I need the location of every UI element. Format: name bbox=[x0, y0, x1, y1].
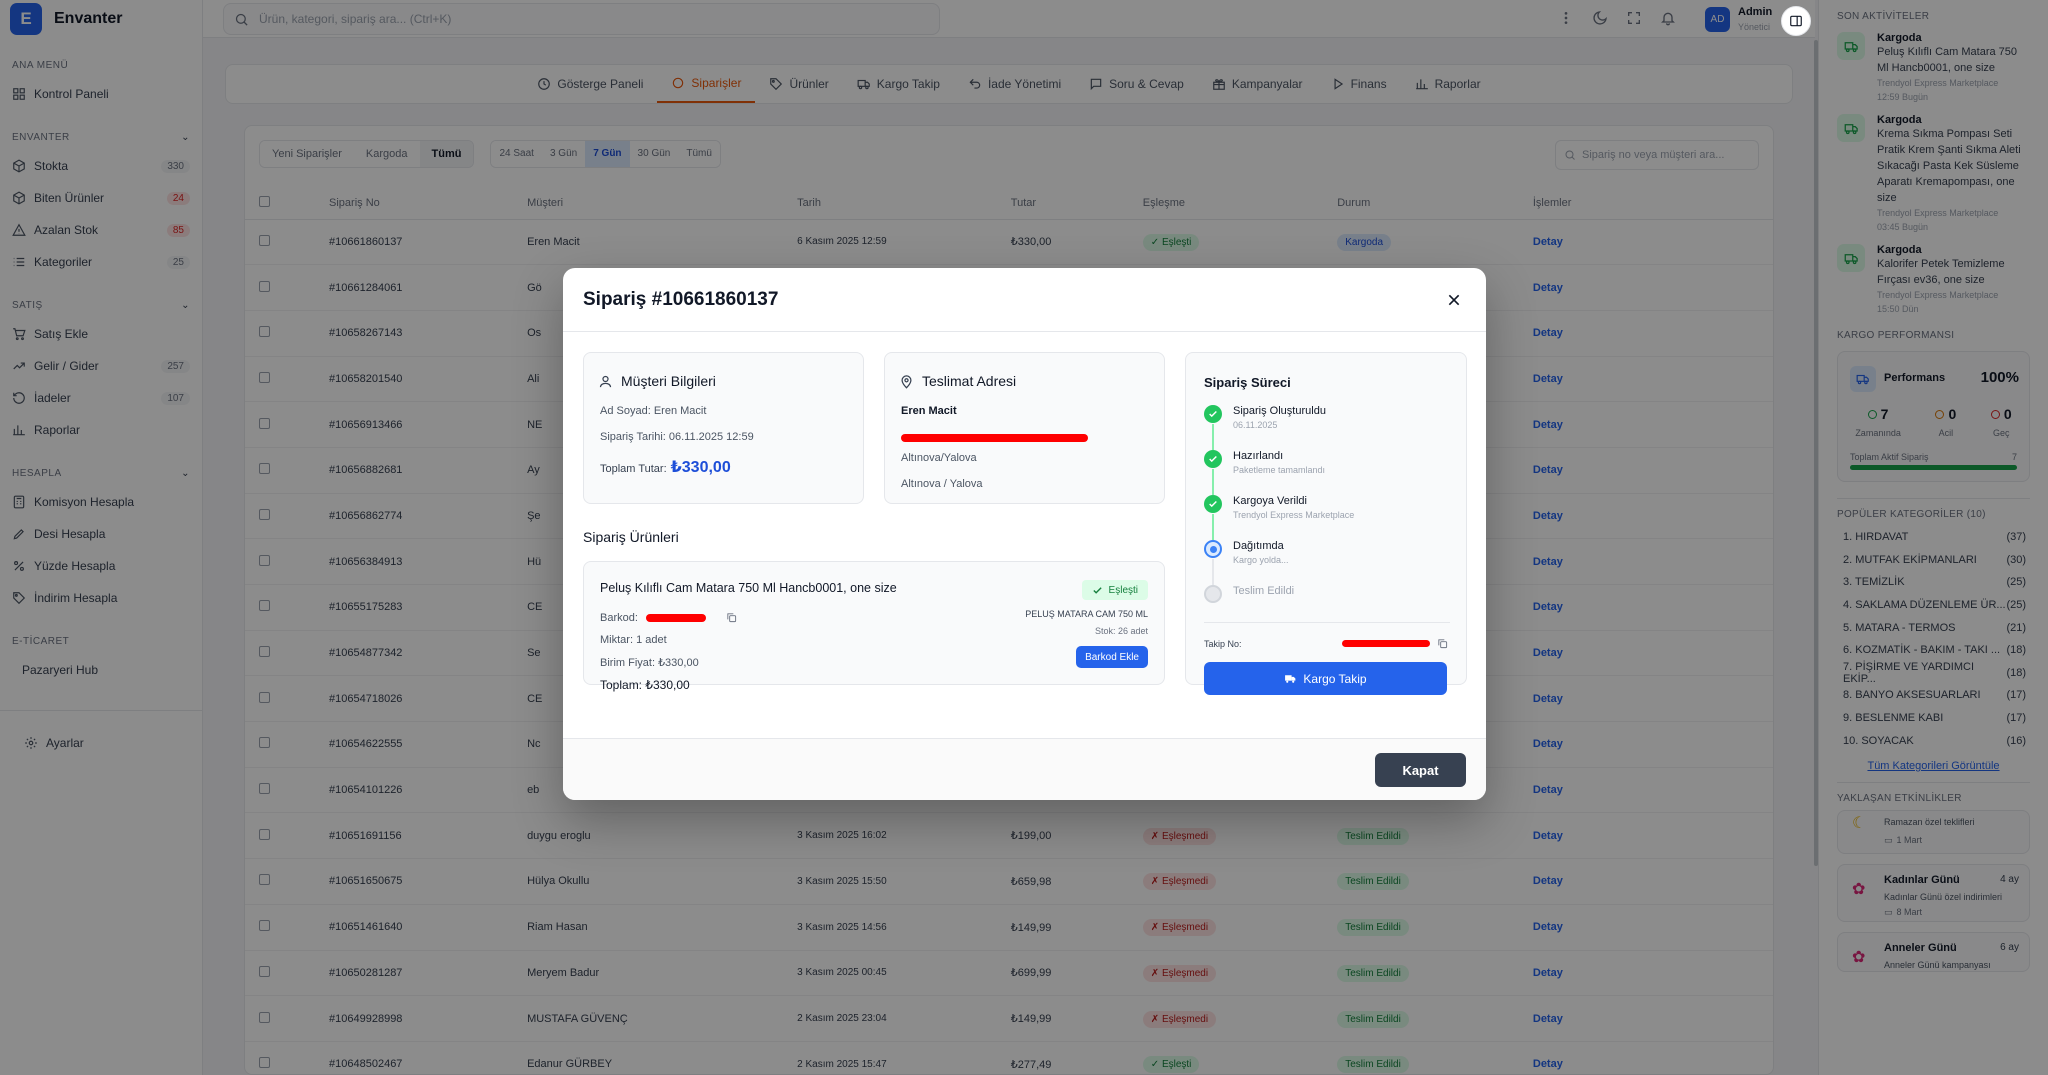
copy-icon[interactable] bbox=[726, 612, 737, 623]
close-button[interactable]: Kapat bbox=[1375, 753, 1466, 787]
step-text: Dağıtımda Kargo yolda... bbox=[1233, 540, 1289, 565]
step-sub: 06.11.2025 bbox=[1233, 420, 1278, 430]
order-total: ₺330,00 bbox=[670, 459, 731, 476]
add-barcode-button[interactable]: Barkod Ekle bbox=[1076, 646, 1148, 668]
step-name: Teslim Edildi bbox=[1233, 585, 1295, 597]
sidebar-panel-icon bbox=[1790, 15, 1802, 27]
process-step: Teslim Edildi bbox=[1204, 585, 1294, 603]
stock-value: Stok: 26 adet bbox=[1094, 626, 1148, 636]
order-total-row: Toplam Tutar: ₺330,00 bbox=[600, 457, 731, 477]
process-step: Kargoya Verildi Trendyol Express Marketpl… bbox=[1204, 495, 1354, 520]
step-name: Hazırlandı bbox=[1233, 450, 1284, 462]
customer-name-row: Ad Soyad: Eren Macit bbox=[600, 405, 706, 417]
step-sub: Paketleme tamamlandı bbox=[1233, 465, 1326, 475]
matched-product-name: PELUŞ MATARA CAM 750 ML bbox=[1025, 609, 1148, 619]
unit-price-row: Birim Fiyat: ₺330,00 bbox=[600, 656, 699, 669]
check-circle-icon bbox=[1204, 405, 1222, 423]
redacted-tracking-number bbox=[1342, 640, 1430, 647]
unit-price-label: Birim Fiyat: bbox=[600, 657, 655, 669]
check-icon bbox=[1092, 586, 1102, 594]
customer-info-label: Müşteri Bilgileri bbox=[621, 373, 716, 389]
step-name: Kargoya Verildi bbox=[1233, 495, 1307, 507]
product-name: Peluş Kılıflı Cam Matara 750 Ml Hancb000… bbox=[600, 581, 897, 595]
modal-header: Sipariş #10661860137 bbox=[563, 268, 1486, 332]
product-total-value: ₺330,00 bbox=[645, 678, 690, 692]
name-label: Ad Soyad: bbox=[600, 405, 651, 417]
step-text: Hazırlandı Paketleme tamamlandı bbox=[1233, 450, 1325, 475]
step-name: Sipariş Oluşturuldu bbox=[1233, 405, 1326, 417]
tracking-label: Takip No: bbox=[1204, 639, 1242, 649]
modal-title: Sipariş #10661860137 bbox=[583, 288, 779, 310]
step-sub: Kargo yolda... bbox=[1233, 555, 1289, 565]
barcode-label: Barkod: bbox=[600, 612, 638, 624]
delivery-address-title: Teslimat Adresi bbox=[899, 373, 1016, 389]
product-card: Peluş Kılıflı Cam Matara 750 Ml Hancb000… bbox=[583, 561, 1165, 692]
divider bbox=[1204, 622, 1450, 623]
step-connector bbox=[1212, 514, 1214, 540]
address-line-1: Altınova/Yalova bbox=[901, 452, 977, 464]
step-indicator-icon bbox=[1204, 540, 1222, 558]
order-date-row: Sipariş Tarihi: 06.11.2025 12:59 bbox=[600, 431, 754, 443]
process-step: Hazırlandı Paketleme tamamlandı bbox=[1204, 450, 1325, 475]
toggle-right-panel-button[interactable] bbox=[1781, 6, 1811, 36]
step-sub: Trendyol Express Marketplace bbox=[1233, 510, 1355, 520]
step-connector bbox=[1212, 469, 1214, 495]
track-cargo-button[interactable]: Kargo Takip bbox=[1204, 662, 1447, 695]
process-step: Sipariş Oluşturuldu 06.11.2025 bbox=[1204, 405, 1326, 430]
redacted-address bbox=[901, 434, 1088, 442]
process-step: Dağıtımda Kargo yolda... bbox=[1204, 540, 1289, 565]
map-pin-icon bbox=[901, 374, 912, 389]
step-connector bbox=[1212, 424, 1214, 450]
recipient-name: Eren Macit bbox=[901, 405, 957, 417]
qty-value: 1 adet bbox=[636, 634, 667, 646]
qty-label: Miktar: bbox=[600, 634, 633, 646]
match-badge: Eşleşti bbox=[1081, 580, 1148, 600]
order-date: 06.11.2025 12:59 bbox=[668, 431, 754, 443]
process-title: Sipariş Süreci bbox=[1204, 375, 1291, 390]
step-indicator-icon bbox=[1204, 585, 1222, 603]
product-total-row: Toplam: ₺330,00 bbox=[600, 678, 690, 692]
truck-icon bbox=[1285, 675, 1296, 683]
product-total-label: Toplam: bbox=[600, 678, 643, 692]
total-label: Toplam Tutar: bbox=[600, 463, 667, 475]
unit-price-value: ₺330,00 bbox=[658, 657, 699, 669]
close-icon[interactable] bbox=[1442, 288, 1466, 312]
order-products-title: Sipariş Ürünleri bbox=[583, 529, 679, 545]
customer-name: Eren Macit bbox=[653, 405, 707, 417]
check-circle-icon bbox=[1204, 450, 1222, 468]
match-label: Eşleşti bbox=[1108, 584, 1138, 596]
order-detail-modal: Sipariş #10661860137 Müşteri Bilgileri A… bbox=[563, 268, 1486, 800]
redacted-barcode bbox=[646, 614, 706, 622]
modal-footer: Kapat bbox=[563, 738, 1486, 800]
customer-info-title: Müşteri Bilgileri bbox=[598, 373, 716, 389]
copy-icon[interactable] bbox=[1437, 638, 1448, 649]
customer-info-box: Müşteri Bilgileri Ad Soyad: Eren Macit S… bbox=[583, 352, 864, 504]
check-circle-icon bbox=[1204, 495, 1222, 513]
address-line-2: Altınova / Yalova bbox=[901, 478, 983, 490]
step-connector bbox=[1212, 559, 1214, 585]
step-text: Teslim Edildi bbox=[1233, 585, 1294, 603]
order-process-box: Sipariş Süreci Sipariş Oluşturuldu 06.11.… bbox=[1185, 352, 1467, 685]
step-text: Sipariş Oluşturuldu 06.11.2025 bbox=[1233, 405, 1326, 430]
track-cargo-label: Kargo Takip bbox=[1303, 671, 1367, 686]
user-icon bbox=[599, 375, 612, 387]
step-name: Dağıtımda bbox=[1233, 540, 1284, 552]
qty-row: Miktar: 1 adet bbox=[600, 634, 667, 646]
delivery-address-label: Teslimat Adresi bbox=[922, 373, 1017, 389]
delivery-address-box: Teslimat Adresi Eren Macit Altınova/Yalo… bbox=[884, 352, 1165, 504]
date-label: Sipariş Tarihi: bbox=[600, 431, 666, 443]
step-text: Kargoya Verildi Trendyol Express Marketpl… bbox=[1233, 495, 1354, 520]
